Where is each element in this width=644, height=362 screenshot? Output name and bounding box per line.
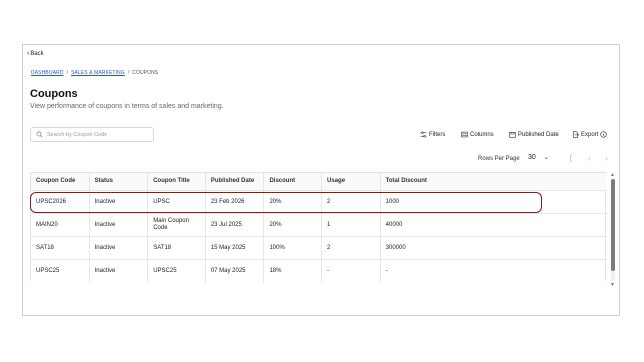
breadcrumb-separator: / xyxy=(127,70,130,76)
table-row[interactable]: UPSC2026 Inactive UPSC 23 Feb 2026 20% 2… xyxy=(31,191,607,214)
coupons-table: Coupon Code Status Coupon Title Publishe… xyxy=(30,172,607,283)
filters-label: Filters xyxy=(429,131,446,138)
cell-published-date: 23 Feb 2026 xyxy=(206,191,265,213)
search-input[interactable] xyxy=(47,131,147,138)
cell-coupon-title: SAT18 xyxy=(148,237,206,259)
rows-per-page-select[interactable]: 30 ⌄ xyxy=(528,154,549,161)
cell-coupon-code: UPSC25 xyxy=(31,260,90,283)
cell-coupon-code: SAT18 xyxy=(31,237,90,259)
cell-discount: 20% xyxy=(264,191,323,213)
header-coupon-title[interactable]: Coupon Title xyxy=(148,173,206,190)
columns-label: Columns xyxy=(470,131,494,138)
info-icon xyxy=(600,131,607,138)
cell-published-date: 23 Jul 2025 xyxy=(206,214,265,236)
filter-icon xyxy=(420,131,427,138)
search-icon xyxy=(36,131,43,138)
cell-coupon-title: UPSC xyxy=(148,191,206,213)
cell-total-discount: 300000 xyxy=(385,244,406,251)
cell-usage: 1 xyxy=(322,214,381,236)
table-row[interactable]: SAT18 Inactive SAT18 15 May 2025 100% 2 … xyxy=(31,237,607,260)
search-box[interactable] xyxy=(30,127,154,142)
previous-page-button[interactable]: ‹ xyxy=(588,153,591,163)
cell-coupon-code: MAIN20 xyxy=(31,214,90,236)
cell-total-discount: 40000 xyxy=(385,221,403,228)
cell-total-discount: 1000 xyxy=(385,198,400,205)
export-icon xyxy=(573,131,579,138)
published-date-button[interactable]: Published Date xyxy=(509,131,559,138)
breadcrumb-coupons: COUPONS xyxy=(132,70,159,76)
breadcrumb-sales-marketing[interactable]: SALES & MARKETING xyxy=(71,70,125,76)
app-window: ‹Back DASHBOARD / SALES & MARKETING / COUPON… xyxy=(22,44,620,316)
cell-discount: 100% xyxy=(264,237,323,259)
rows-per-page-value: 30 xyxy=(528,154,536,161)
chevron-right-icon: › xyxy=(605,153,608,163)
export-button[interactable]: Export xyxy=(572,131,609,138)
cell-status: Inactive xyxy=(90,237,149,259)
first-page-button[interactable]: ⟨ xyxy=(569,153,573,164)
scroll-up-icon[interactable]: ▲ xyxy=(610,172,615,178)
table-row[interactable]: UPSC25 Inactive UPSC25 07 May 2025 18% -… xyxy=(31,260,607,283)
rows-per-page-label: Rows Per Page xyxy=(478,156,520,162)
scrollbar-thumb[interactable] xyxy=(611,179,615,271)
cell-coupon-title: Main Coupon Code xyxy=(148,214,206,236)
export-label: Export xyxy=(581,131,599,138)
cell-usage: 2 xyxy=(322,237,381,259)
cell-discount: 18% xyxy=(264,260,323,283)
cell-status: Inactive xyxy=(90,260,149,283)
cell-published-date: 15 May 2025 xyxy=(206,237,265,259)
breadcrumb-separator: / xyxy=(66,70,69,76)
cell-coupon-title: UPSC25 xyxy=(148,260,206,283)
header-coupon-code[interactable]: Coupon Code xyxy=(31,173,90,190)
header-status[interactable]: Status xyxy=(90,173,149,190)
scroll-down-icon[interactable]: ▼ xyxy=(610,282,615,288)
cell-total-discount: - xyxy=(385,268,388,274)
breadcrumb-dashboard[interactable]: DASHBOARD xyxy=(31,70,64,76)
back-label: Back xyxy=(30,51,44,57)
header-total-discount[interactable]: Total Discount xyxy=(381,173,607,190)
page-title: Coupons xyxy=(30,88,78,100)
cell-usage: 2 xyxy=(322,191,381,213)
chevron-left-icon: ‹ xyxy=(588,153,591,163)
breadcrumb: DASHBOARD / SALES & MARKETING / COUPONS xyxy=(31,70,158,76)
header-discount[interactable]: Discount xyxy=(264,173,323,190)
cell-published-date: 07 May 2025 xyxy=(206,260,265,283)
chevron-left-icon: ‹ xyxy=(27,50,30,57)
next-page-button[interactable]: › xyxy=(605,153,608,163)
vertical-scrollbar[interactable] xyxy=(611,179,615,281)
chevron-down-icon: ⌄ xyxy=(543,155,549,161)
cell-status: Inactive xyxy=(90,191,149,213)
cell-coupon-code: UPSC2026 xyxy=(31,191,90,213)
filters-button[interactable]: Filters xyxy=(420,131,445,138)
columns-button[interactable]: Columns xyxy=(461,131,494,138)
header-usage[interactable]: Usage xyxy=(322,173,381,190)
table-row[interactable]: MAIN20 Inactive Main Coupon Code 23 Jul … xyxy=(31,214,607,237)
cell-usage: - xyxy=(322,260,381,283)
calendar-icon xyxy=(509,131,516,138)
back-link[interactable]: ‹Back xyxy=(27,50,44,57)
first-page-icon: ⟨ xyxy=(569,153,573,163)
published-date-label: Published Date xyxy=(518,131,559,138)
columns-icon xyxy=(461,131,468,138)
cell-discount: 20% xyxy=(264,214,323,236)
table-header: Coupon Code Status Coupon Title Publishe… xyxy=(31,173,607,191)
cell-status: Inactive xyxy=(90,214,149,236)
page-subtitle: View performance of coupons in terms of … xyxy=(30,103,224,110)
header-published-date[interactable]: Published Date xyxy=(206,173,265,190)
